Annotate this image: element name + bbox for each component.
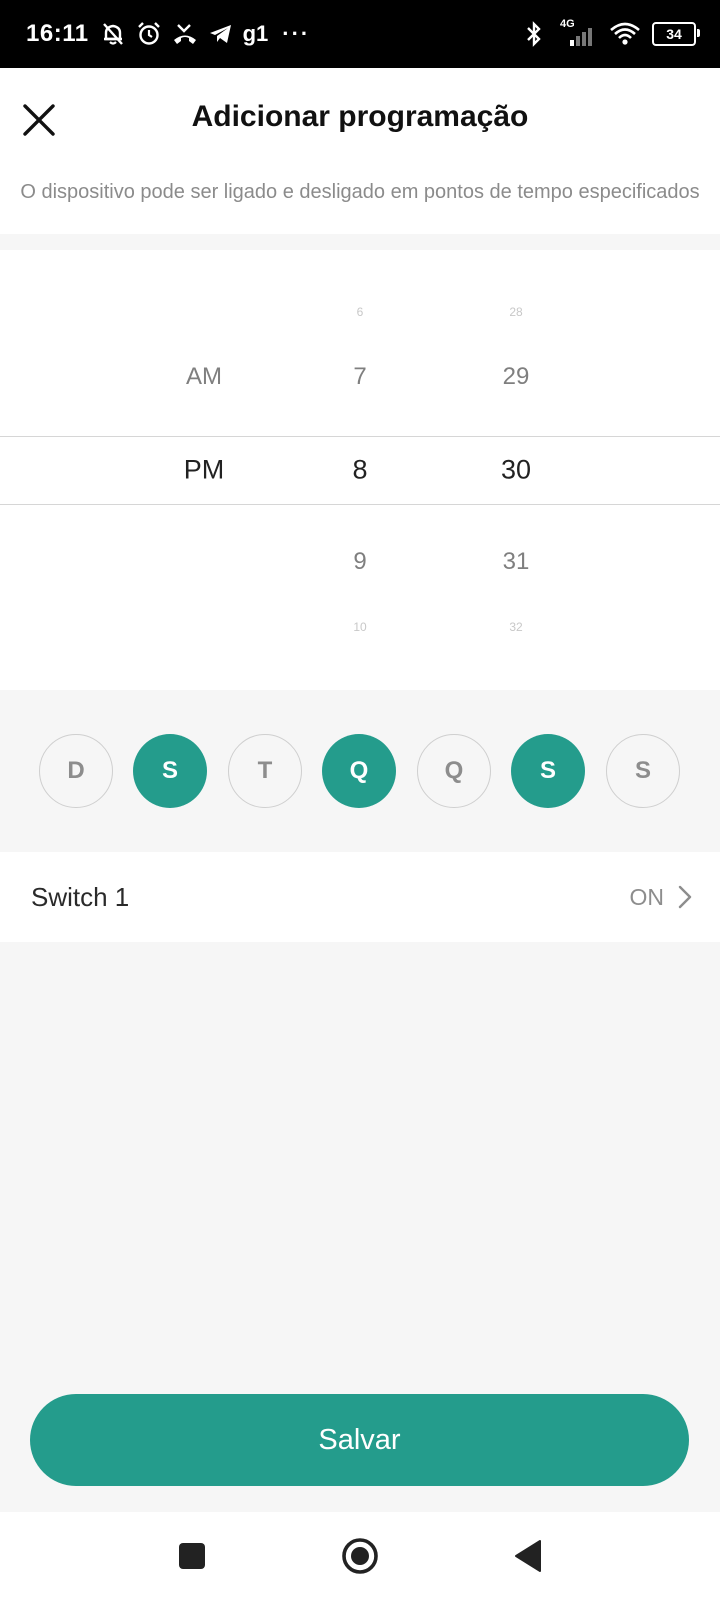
- selection-divider-top: [0, 436, 720, 437]
- day-toggle-friday[interactable]: S: [511, 734, 585, 808]
- day-toggle-saturday[interactable]: S: [606, 734, 680, 808]
- recents-square-icon: [179, 1543, 205, 1569]
- system-nav-bar: [0, 1512, 720, 1600]
- missed-call-icon: [171, 20, 199, 48]
- switch-setting-row[interactable]: Switch 1 ON: [0, 852, 720, 942]
- hour-option-selected[interactable]: 8: [352, 455, 367, 486]
- selection-divider-bottom: [0, 504, 720, 505]
- bluetooth-icon: [520, 20, 548, 48]
- ampm-option-selected[interactable]: PM: [184, 455, 225, 486]
- save-button[interactable]: Salvar: [30, 1394, 689, 1486]
- status-bar: 16:11 g1 ··· 4G 34: [0, 0, 720, 68]
- switch-label: Switch 1: [31, 882, 130, 912]
- back-triangle-icon: [515, 1540, 541, 1572]
- minute-option-selected[interactable]: 30: [501, 455, 531, 486]
- header: Adicionar programação O dispositivo pode…: [0, 68, 720, 234]
- status-time: 16:11: [26, 20, 89, 47]
- minute-option[interactable]: 32: [509, 620, 522, 634]
- home-circle-icon: [342, 1538, 378, 1574]
- hour-option[interactable]: 10: [353, 620, 366, 634]
- hour-option[interactable]: 7: [353, 363, 366, 391]
- day-toggle-monday[interactable]: S: [133, 734, 207, 808]
- chevron-right-icon: [678, 885, 692, 909]
- home-button[interactable]: [336, 1532, 384, 1580]
- time-picker[interactable]: AM PM 6 7 8 9 10 28 29 30 31 32: [0, 250, 720, 690]
- g1-app-icon: g1: [242, 21, 269, 46]
- switch-value: ON: [629, 884, 665, 910]
- minute-option[interactable]: 28: [509, 305, 522, 319]
- recents-button[interactable]: [168, 1532, 216, 1580]
- more-notifications-icon: ···: [282, 21, 311, 46]
- signal-icon: 4G: [558, 18, 598, 48]
- minute-option[interactable]: 29: [503, 363, 530, 391]
- notifications-off-icon: [99, 20, 127, 48]
- battery-icon: 34: [652, 22, 700, 46]
- page-title: Adicionar programação: [191, 100, 529, 133]
- back-button[interactable]: [504, 1532, 552, 1580]
- day-toggle-thursday[interactable]: Q: [417, 734, 491, 808]
- wifi-icon: [608, 20, 642, 48]
- minute-option[interactable]: 31: [503, 548, 530, 576]
- alarm-icon: [135, 20, 163, 48]
- battery-level: 34: [666, 26, 682, 42]
- hour-option[interactable]: 6: [357, 305, 364, 319]
- telegram-icon: [207, 20, 235, 48]
- page-subtitle: O dispositivo pode ser ligado e desligad…: [20, 181, 700, 203]
- ampm-option[interactable]: AM: [186, 363, 222, 391]
- hour-option[interactable]: 9: [353, 548, 366, 576]
- save-button-label: Salvar: [318, 1423, 401, 1456]
- day-toggle-sunday[interactable]: D: [39, 734, 113, 808]
- day-toggle-tuesday[interactable]: T: [228, 734, 302, 808]
- weekday-selector: D S T Q Q S S: [0, 690, 720, 852]
- day-toggle-wednesday[interactable]: Q: [322, 734, 396, 808]
